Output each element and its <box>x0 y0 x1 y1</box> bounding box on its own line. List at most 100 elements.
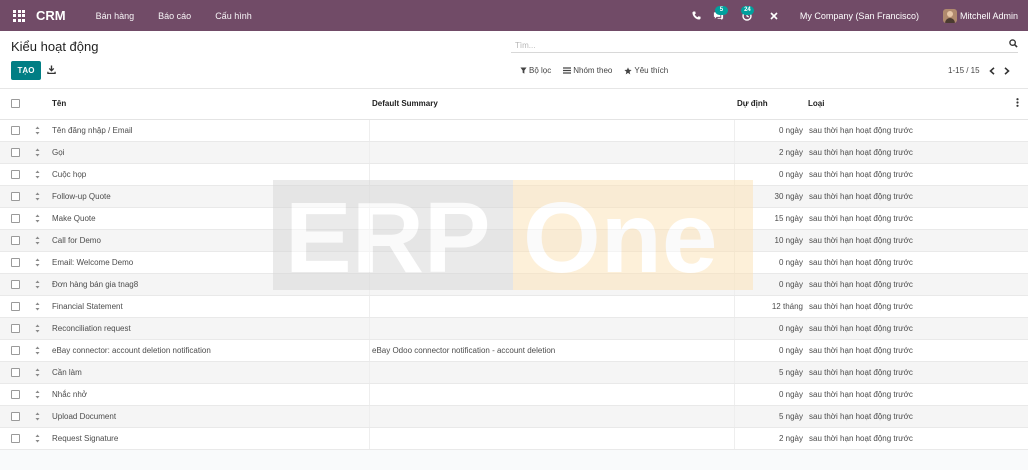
table-row[interactable]: Make Quote 15 ngày sau thời hạn hoạt động … <box>0 208 1028 230</box>
table-row[interactable]: Upload Document 5 ngày sau thời hạn hoạt đ… <box>0 406 1028 428</box>
app-name[interactable]: CRM <box>36 8 66 23</box>
user-menu[interactable]: Mitchell Admin <box>942 8 1018 23</box>
drag-handle-icon[interactable] <box>35 258 40 269</box>
table-row[interactable]: Cần làm 5 ngày sau thời hạn hoạt động trướ… <box>0 362 1028 384</box>
filter-button[interactable]: Bộ lọc <box>520 66 551 75</box>
row-checkbox[interactable] <box>11 170 20 179</box>
menu-reports[interactable]: Báo cáo <box>158 11 191 21</box>
drag-handle-icon[interactable] <box>35 170 40 181</box>
row-checkbox[interactable] <box>11 412 20 421</box>
cell-name: Cần làm <box>52 368 82 377</box>
drag-handle-icon[interactable] <box>35 368 40 379</box>
table-header: Tên Default Summary Dự định Loại <box>0 89 1028 120</box>
table-row[interactable]: Email: Welcome Demo 0 ngày sau thời hạn ho… <box>0 252 1028 274</box>
column-divider <box>734 142 735 163</box>
table-row[interactable]: Follow-up Quote 30 ngày sau thời hạn hoạt … <box>0 186 1028 208</box>
page-title: Kiểu hoạt động <box>11 39 99 54</box>
column-divider <box>369 384 370 405</box>
table-row[interactable]: Financial Statement 12 tháng sau thời hạn … <box>0 296 1028 318</box>
table-row[interactable]: Đơn hàng bán gia tnag8 0 ngày sau thời hạn… <box>0 274 1028 296</box>
cell-name: Financial Statement <box>52 302 123 311</box>
drag-handle-icon[interactable] <box>35 324 40 335</box>
table-row[interactable]: Cuộc họp 0 ngày sau thời hạn hoạt động trư… <box>0 164 1028 186</box>
row-checkbox[interactable] <box>11 214 20 223</box>
row-checkbox[interactable] <box>11 148 20 157</box>
row-checkbox[interactable] <box>11 192 20 201</box>
row-checkbox[interactable] <box>11 258 20 267</box>
row-checkbox[interactable] <box>11 236 20 245</box>
row-checkbox[interactable] <box>11 302 20 311</box>
group-by-button[interactable]: Nhóm theo <box>563 66 612 75</box>
activity-clock-icon[interactable]: 24 <box>732 0 762 31</box>
cell-type: sau thời hạn hoạt động trước <box>809 390 913 399</box>
chevron-right-icon[interactable] <box>1004 66 1010 75</box>
column-divider <box>369 252 370 273</box>
download-icon[interactable] <box>47 65 56 76</box>
column-options-icon[interactable] <box>1016 98 1019 109</box>
chevron-left-icon[interactable] <box>988 66 995 75</box>
table-row[interactable]: Call for Demo 10 ngày sau thời hạn hoạt độ… <box>0 230 1028 252</box>
chat-icon[interactable]: 5 <box>706 0 732 31</box>
filter-icon <box>520 67 527 74</box>
drag-handle-icon[interactable] <box>35 126 40 137</box>
column-divider <box>734 406 735 427</box>
menu-sales[interactable]: Bán hàng <box>96 11 135 21</box>
drag-handle-icon[interactable] <box>35 390 40 401</box>
drag-handle-icon[interactable] <box>35 434 40 445</box>
select-all-checkbox[interactable] <box>11 99 20 108</box>
cell-type: sau thời hạn hoạt động trước <box>809 302 913 311</box>
column-header-delay[interactable]: Dự định <box>737 99 768 108</box>
table-row[interactable]: Gọi 2 ngày sau thời hạn hoạt động trước <box>0 142 1028 164</box>
drag-handle-icon[interactable] <box>35 280 40 291</box>
messages-badge: 5 <box>714 6 728 15</box>
phone-icon[interactable] <box>688 0 706 31</box>
search-icon[interactable] <box>1009 39 1018 50</box>
row-checkbox[interactable] <box>11 324 20 333</box>
table-row[interactable]: Tên đăng nhập / Email 0 ngày sau thời hạn … <box>0 120 1028 142</box>
column-divider <box>734 384 735 405</box>
cell-name: Email: Welcome Demo <box>52 258 134 267</box>
search-input[interactable] <box>511 40 999 50</box>
cell-summary: eBay Odoo connector notification - accou… <box>372 346 556 355</box>
drag-handle-icon[interactable] <box>35 192 40 203</box>
close-icon[interactable] <box>762 0 786 31</box>
row-checkbox[interactable] <box>11 346 20 355</box>
column-divider <box>369 428 370 449</box>
drag-handle-icon[interactable] <box>35 302 40 313</box>
table-row[interactable]: Request Signature 2 ngày sau thời hạn hoạt… <box>0 428 1028 450</box>
menu-configuration[interactable]: Cấu hình <box>215 11 252 21</box>
filter-label: Bộ lọc <box>529 66 552 75</box>
create-button[interactable]: TẠO <box>11 61 41 80</box>
table-row[interactable]: Nhắc nhở 0 ngày sau thời hạn hoạt động trư… <box>0 384 1028 406</box>
column-header-summary[interactable]: Default Summary <box>372 99 438 108</box>
column-divider <box>734 230 735 251</box>
cell-type: sau thời hạn hoạt động trước <box>809 170 913 179</box>
row-checkbox[interactable] <box>11 368 20 377</box>
apps-grid-icon[interactable] <box>8 0 30 31</box>
favorites-button[interactable]: Yêu thích <box>624 66 668 75</box>
cell-name: Gọi <box>52 148 65 157</box>
column-header-type[interactable]: Loại <box>808 99 824 108</box>
cell-delay: 12 tháng <box>771 302 803 311</box>
row-checkbox[interactable] <box>11 390 20 399</box>
cell-delay: 0 ngày <box>778 280 803 289</box>
drag-handle-icon[interactable] <box>35 214 40 225</box>
row-checkbox[interactable] <box>11 434 20 443</box>
cell-delay: 0 ngày <box>778 390 803 399</box>
drag-handle-icon[interactable] <box>35 236 40 247</box>
cell-name: Upload Document <box>52 412 117 421</box>
table-row[interactable]: Reconciliation request 0 ngày sau thời hạn… <box>0 318 1028 340</box>
pager-value[interactable]: 1-15 / 15 <box>948 66 980 75</box>
table-row[interactable]: eBay connector: account deletion notific… <box>0 340 1028 362</box>
drag-handle-icon[interactable] <box>35 412 40 423</box>
cell-name: Make Quote <box>52 214 96 223</box>
column-divider <box>734 318 735 339</box>
row-checkbox[interactable] <box>11 280 20 289</box>
column-header-name[interactable]: Tên <box>52 99 66 108</box>
drag-handle-icon[interactable] <box>35 346 40 357</box>
row-checkbox[interactable] <box>11 126 20 135</box>
drag-handle-icon[interactable] <box>35 148 40 159</box>
star-icon <box>624 66 632 74</box>
column-divider <box>734 164 735 185</box>
company-switcher[interactable]: My Company (San Francisco) <box>800 11 919 21</box>
